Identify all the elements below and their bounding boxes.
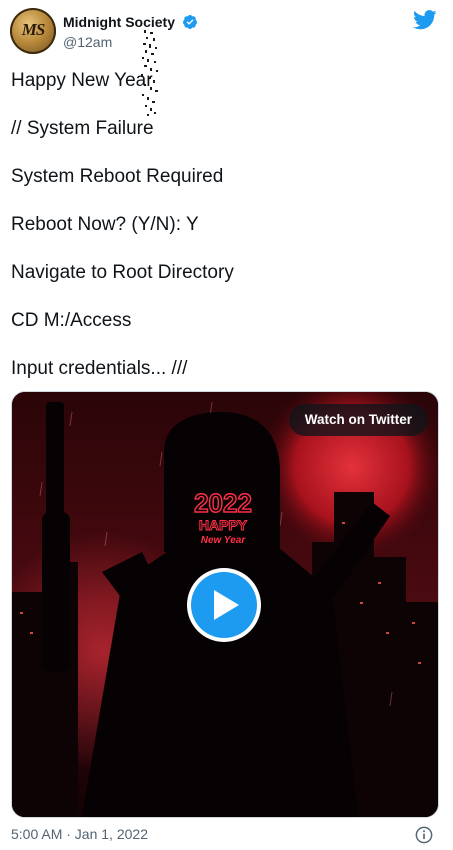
mask-year-text: 2022 xyxy=(194,488,252,518)
tweet-card: MS Midnight Society @12am Happy New Year… xyxy=(0,0,453,850)
tweet-line-4: Reboot Now? (Y/N): Y xyxy=(11,214,199,235)
play-button[interactable] xyxy=(191,572,257,638)
tweet-timestamp[interactable]: 5:00 AM · Jan 1, 2022 xyxy=(11,826,148,842)
tweet-line-7: Input credentials... /// xyxy=(11,358,188,379)
verified-badge-icon xyxy=(183,14,198,29)
avatar-monogram: MS xyxy=(21,20,46,39)
tweet-footer: 5:00 AM · Jan 1, 2022 xyxy=(11,826,436,846)
play-icon xyxy=(214,590,239,620)
tweet-line-2: // System Failure xyxy=(11,118,154,139)
twitter-bird-icon[interactable] xyxy=(413,10,437,30)
tweet-line-5: Navigate to Root Directory xyxy=(11,262,234,283)
tweet-line-3: System Reboot Required xyxy=(11,166,224,187)
watch-on-twitter-button[interactable]: Watch on Twitter xyxy=(288,404,428,436)
tweet-line-1: Happy New Year xyxy=(11,70,153,91)
tweet-line-6: CD M:/Access xyxy=(11,310,132,331)
tweet-header: MS Midnight Society @12am xyxy=(10,8,443,54)
video-player[interactable]: 2022 HAPPY New Year Watch on Twitter xyxy=(11,391,439,818)
author-handle[interactable]: @12am xyxy=(63,34,198,50)
avatar[interactable]: MS xyxy=(10,8,56,54)
author-names: Midnight Society @12am xyxy=(63,13,198,50)
mask-newyear-text: New Year xyxy=(201,535,247,546)
mask-happy-text: HAPPY xyxy=(199,517,248,533)
info-icon[interactable] xyxy=(415,826,433,844)
